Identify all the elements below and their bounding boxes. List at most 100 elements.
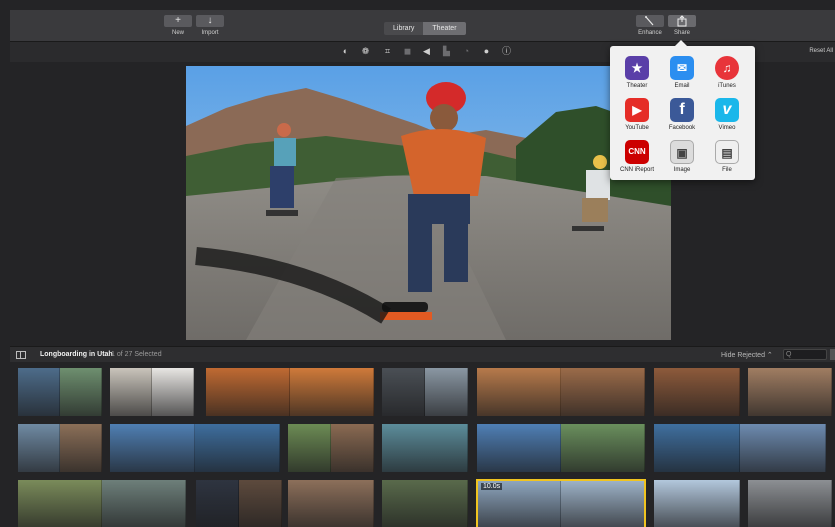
plus-icon: + [175, 15, 181, 26]
clip-frame [195, 424, 280, 472]
clip-frame [382, 424, 468, 472]
clip-thumbnail[interactable] [288, 480, 374, 527]
magic-wand-icon [645, 16, 654, 26]
enhance-button[interactable] [636, 15, 664, 27]
clip-frame [290, 368, 374, 416]
clip-frame [288, 480, 374, 527]
clip-frame [152, 368, 194, 416]
clip-frame [382, 368, 425, 416]
color-correction-icon[interactable]: ❁ [360, 46, 371, 57]
hide-rejected-dropdown[interactable]: Hide Rejected ⌃ [721, 351, 773, 359]
selection-count: 1 of 27 Selected [111, 351, 162, 358]
clip-frame [110, 424, 195, 472]
image-icon: ▣ [670, 140, 694, 164]
clip-filter-icon[interactable]: ● [481, 46, 492, 57]
tab-library[interactable]: Library [384, 22, 424, 35]
clip-frame [477, 424, 561, 472]
share-cnn-ireport[interactable]: CNN CNN iReport [615, 140, 659, 173]
clip-thumbnail[interactable] [206, 368, 374, 416]
share-image[interactable]: ▣ Image [660, 140, 704, 173]
new-button[interactable]: + [164, 15, 192, 27]
share-theater-label: Theater [626, 83, 648, 89]
clip-thumbnail[interactable] [18, 480, 186, 527]
clip-thumbnail[interactable] [382, 368, 468, 416]
browser-header: Longboarding in Utah 1 of 27 Selected Hi… [10, 346, 835, 362]
share-youtube-label: YouTube [625, 125, 649, 131]
crop-icon[interactable]: ⌗ [382, 46, 393, 57]
share-itunes-label: iTunes [718, 83, 736, 89]
noise-reduction-icon[interactable]: ▙ [441, 46, 452, 57]
share-itunes[interactable]: ♫ iTunes [705, 56, 749, 89]
cnn-ireport-icon: CNN [625, 140, 649, 164]
clip-frame [60, 368, 102, 416]
share-youtube[interactable]: ▶ YouTube [615, 98, 659, 131]
share-popover: ★ Theater ✉ Email ♫ iTunes ▶ YouTube f F… [610, 40, 755, 180]
clip-duration: 10.0s [481, 483, 503, 490]
clip-thumbnail[interactable] [382, 480, 468, 527]
share-email[interactable]: ✉ Email [660, 56, 704, 89]
video-viewer[interactable] [186, 66, 671, 340]
share-file[interactable]: ▤ File [705, 140, 749, 173]
share-icon [677, 15, 687, 27]
clip-thumbnail[interactable] [654, 368, 740, 416]
speed-icon[interactable]: ◔ [461, 46, 472, 57]
tab-theater[interactable]: Theater [423, 22, 466, 35]
clip-frame [748, 368, 832, 416]
share-email-label: Email [674, 83, 690, 89]
search-icon: Q [786, 351, 792, 358]
clip-thumbnail[interactable] [654, 480, 740, 527]
info-icon[interactable]: ⓘ [501, 46, 512, 57]
file-icon: ▤ [715, 140, 739, 164]
event-title: Longboarding in Utah [40, 351, 113, 358]
theater-icon: ★ [625, 56, 649, 80]
share-image-label: Image [673, 167, 691, 173]
clip-frame [654, 424, 740, 472]
clip-frame [331, 424, 374, 472]
clip-frame [102, 480, 186, 527]
share-facebook[interactable]: f Facebook [660, 98, 704, 131]
clip-thumbnail[interactable] [748, 368, 832, 416]
share-button[interactable] [668, 15, 696, 27]
clip-frame [561, 424, 645, 472]
import-arrow-icon: ↓ [207, 15, 213, 26]
clip-thumbnail[interactable] [748, 480, 832, 527]
clip-thumbnail[interactable] [18, 368, 102, 416]
share-cnn-ireport-label: CNN iReport [619, 167, 654, 173]
stabilization-icon[interactable]: ◼ [402, 46, 413, 57]
clip-frame [382, 480, 468, 527]
clip-thumbnail[interactable] [196, 480, 282, 527]
reset-all-button[interactable]: Reset All [809, 48, 833, 54]
clip-frame [196, 480, 239, 527]
clip-frame [288, 424, 331, 472]
clip-thumbnail[interactable] [477, 424, 645, 472]
clip-frame [18, 480, 102, 527]
volume-icon[interactable]: ◀ [421, 46, 432, 57]
clip-thumbnail[interactable] [477, 368, 645, 416]
clip-frame [561, 480, 645, 527]
clip-thumbnail[interactable] [382, 424, 468, 472]
import-button[interactable]: ↓ [196, 15, 224, 27]
clip-thumbnail[interactable] [110, 368, 194, 416]
clip-frame [18, 368, 60, 416]
clip-thumbnail[interactable] [654, 424, 826, 472]
clip-thumbnail[interactable] [288, 424, 374, 472]
share-theater[interactable]: ★ Theater [615, 56, 659, 89]
share-vimeo[interactable]: v Vimeo [705, 98, 749, 131]
search-field[interactable]: Q [783, 349, 827, 360]
clip-thumbnail[interactable] [18, 424, 102, 472]
clip-frame [654, 480, 740, 527]
clip-frame [206, 368, 290, 416]
longboard-video-frame [186, 66, 671, 340]
clip-frame [561, 368, 645, 416]
clip-thumbnail[interactable] [110, 424, 280, 472]
clip-frame [477, 368, 561, 416]
facebook-icon: f [670, 98, 694, 122]
import-label: Import [201, 30, 219, 36]
clip-frame [110, 368, 152, 416]
sidebar-toggle-icon[interactable] [16, 351, 26, 359]
color-balance-icon[interactable]: ◐ [340, 46, 351, 57]
clip-frame [425, 368, 468, 416]
clip-thumbnail[interactable]: 10.0s [476, 479, 646, 527]
scrollbar[interactable] [830, 349, 835, 360]
view-switcher: Library Theater [384, 22, 466, 35]
